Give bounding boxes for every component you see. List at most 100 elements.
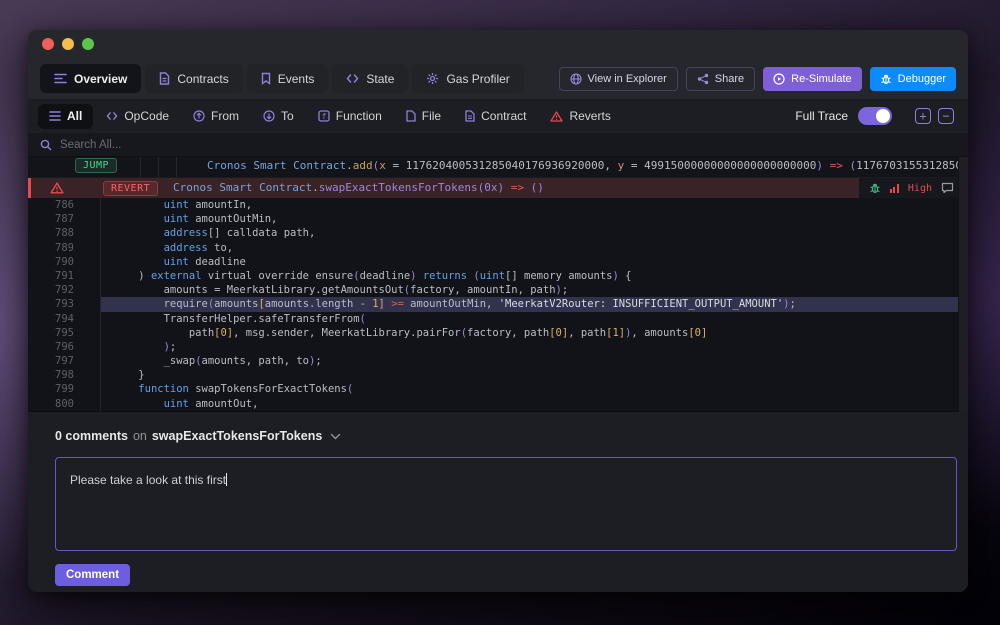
code-line[interactable]: 794 TransferHelper.safeTransferFrom( <box>28 312 968 326</box>
code-token: [0] <box>688 327 707 339</box>
vertical-scrollbar[interactable] <box>958 157 968 412</box>
comments-target-function: swapExactTokensForTokens <box>152 429 322 443</box>
line-number: 786 <box>28 198 100 212</box>
jump-badge: JUMP <box>75 158 117 173</box>
code-line[interactable]: 797 _swap(amounts, path, to); <box>28 354 968 368</box>
filter-file[interactable]: File <box>395 104 452 129</box>
tab-label: Events <box>278 72 315 86</box>
tab-events[interactable]: Events <box>247 64 329 93</box>
code-token: uint <box>164 199 189 211</box>
code-line-text: path[0], msg.sender, MeerkatLibrary.pair… <box>100 326 968 340</box>
code-line[interactable]: 790 uint deadline <box>28 255 968 269</box>
line-number: 796 <box>28 340 100 354</box>
filter-label: Function <box>336 109 382 123</box>
share-button[interactable]: Share <box>686 67 755 91</box>
code-line[interactable]: 798 } <box>28 368 968 382</box>
contract-doc-icon <box>465 110 475 122</box>
code-token: 117670315531285040176936920000) <box>856 159 968 172</box>
main-tab-bar: Overview Contracts Events State Gas Prof… <box>28 58 968 99</box>
code-token: 'MeerkatV2Router: INSUFFICIENT_OUTPUT_AM… <box>499 298 783 310</box>
code-line[interactable]: 786 uint amountIn, <box>28 198 968 212</box>
code-line[interactable]: 789 address to, <box>28 241 968 255</box>
code-token: deadline <box>189 256 246 268</box>
code-line[interactable]: 787 uint amountOutMin, <box>28 212 968 226</box>
tab-gas-profiler[interactable]: Gas Profiler <box>412 64 523 93</box>
search-input[interactable] <box>60 139 460 151</box>
filter-label: From <box>211 109 239 123</box>
text-caret <box>226 473 227 486</box>
app-window: Overview Contracts Events State Gas Prof… <box>28 30 968 592</box>
code-token: to, <box>208 242 233 254</box>
button-label: View in Explorer <box>588 73 667 85</box>
tab-overview[interactable]: Overview <box>40 64 141 93</box>
code-line[interactable]: 793 require(amounts[amounts.length - 1] … <box>28 297 968 311</box>
code-line[interactable]: 791 ) external virtual override ensure(d… <box>28 269 968 283</box>
code-line[interactable]: 795 path[0], msg.sender, MeerkatLibrary.… <box>28 326 968 340</box>
chevron-down-icon[interactable] <box>330 433 341 440</box>
debug-bug-icon[interactable] <box>869 182 881 194</box>
code-line[interactable]: 799 function swapTokensForExactTokens( <box>28 382 968 396</box>
filter-reverts[interactable]: Reverts <box>539 104 621 129</box>
code-token: ; <box>790 298 796 310</box>
submit-comment-button[interactable]: Comment <box>55 564 130 586</box>
code-token <box>113 298 164 310</box>
code-token: amountIn, <box>189 199 252 211</box>
code-token: ; <box>562 284 568 296</box>
code-line-text: function swapTokensForExactTokens( <box>100 382 968 396</box>
filter-all[interactable]: All <box>38 104 93 129</box>
overview-icon <box>54 73 67 84</box>
line-number: 788 <box>28 226 100 240</box>
code-token: amounts.length - <box>265 298 372 310</box>
line-number: 794 <box>28 312 100 326</box>
trace-row-jump[interactable]: JUMP Cronos Smart Contract.add(x = 11762… <box>28 157 968 177</box>
debugger-button[interactable]: Debugger <box>870 67 956 91</box>
tab-state[interactable]: State <box>332 64 408 93</box>
code-line[interactable]: 796 ); <box>28 340 968 354</box>
code-line[interactable]: 792 amounts = MeerkatLibrary.getAmountsO… <box>28 283 968 297</box>
line-number: 791 <box>28 269 100 283</box>
code-token: (0x) <box>478 181 505 194</box>
filter-to[interactable]: To <box>252 104 305 129</box>
button-label: Re-Simulate <box>791 73 852 85</box>
collapse-all-button[interactable]: − <box>938 108 954 124</box>
trace-row-revert[interactable]: REVERT Cronos Smart Contract.swapExactTo… <box>28 177 968 198</box>
full-trace-toggle[interactable] <box>858 107 892 125</box>
button-label: Debugger <box>898 73 946 85</box>
code-line[interactable]: 788 address[] calldata path, <box>28 226 968 240</box>
expand-all-button[interactable]: + <box>915 108 931 124</box>
filter-opcode[interactable]: OpCode <box>95 104 180 129</box>
minimize-window-button[interactable] <box>62 38 74 50</box>
tab-contracts[interactable]: Contracts <box>145 64 242 93</box>
code-token: 1] <box>372 298 385 310</box>
code-line[interactable]: 800 uint amountOut, <box>28 397 968 411</box>
code-token: ; <box>170 341 176 353</box>
code-line-text: TransferHelper.safeTransferFrom( <box>100 312 968 326</box>
code-token: amounts <box>214 298 258 310</box>
warning-triangle-icon <box>50 182 64 194</box>
code-line-text: amounts = MeerkatLibrary.getAmountsOut(f… <box>100 283 968 297</box>
filter-from[interactable]: From <box>182 104 250 129</box>
comment-input[interactable]: Please take a look at this first <box>55 457 957 551</box>
code-token: uint <box>164 256 189 268</box>
revert-warning-icon <box>550 111 563 122</box>
code-token: => <box>823 159 850 172</box>
code-token: Cronos Smart Contract <box>173 181 312 194</box>
filter-label: To <box>281 109 294 123</box>
comment-bubble-icon[interactable] <box>941 182 954 194</box>
code-token: ; <box>315 355 321 367</box>
code-brackets-icon <box>106 111 118 121</box>
code-token: 49915000000000000000000000 <box>644 159 816 172</box>
source-code-viewer[interactable]: 786 uint amountIn,787 uint amountOutMin,… <box>28 198 968 411</box>
trace-search-row <box>28 133 968 157</box>
line-number: 800 <box>28 397 100 411</box>
trace-filter-bar: All OpCode From To f Function <box>28 99 968 133</box>
view-in-explorer-button[interactable]: View in Explorer <box>559 67 678 91</box>
filter-function[interactable]: f Function <box>307 104 393 129</box>
zoom-window-button[interactable] <box>82 38 94 50</box>
trace-row-actions: High <box>859 178 958 198</box>
close-window-button[interactable] <box>42 38 54 50</box>
filter-contract[interactable]: Contract <box>454 104 537 129</box>
re-simulate-button[interactable]: Re-Simulate <box>763 67 862 91</box>
code-token: _swap <box>164 355 196 367</box>
code-token: add <box>353 159 373 172</box>
